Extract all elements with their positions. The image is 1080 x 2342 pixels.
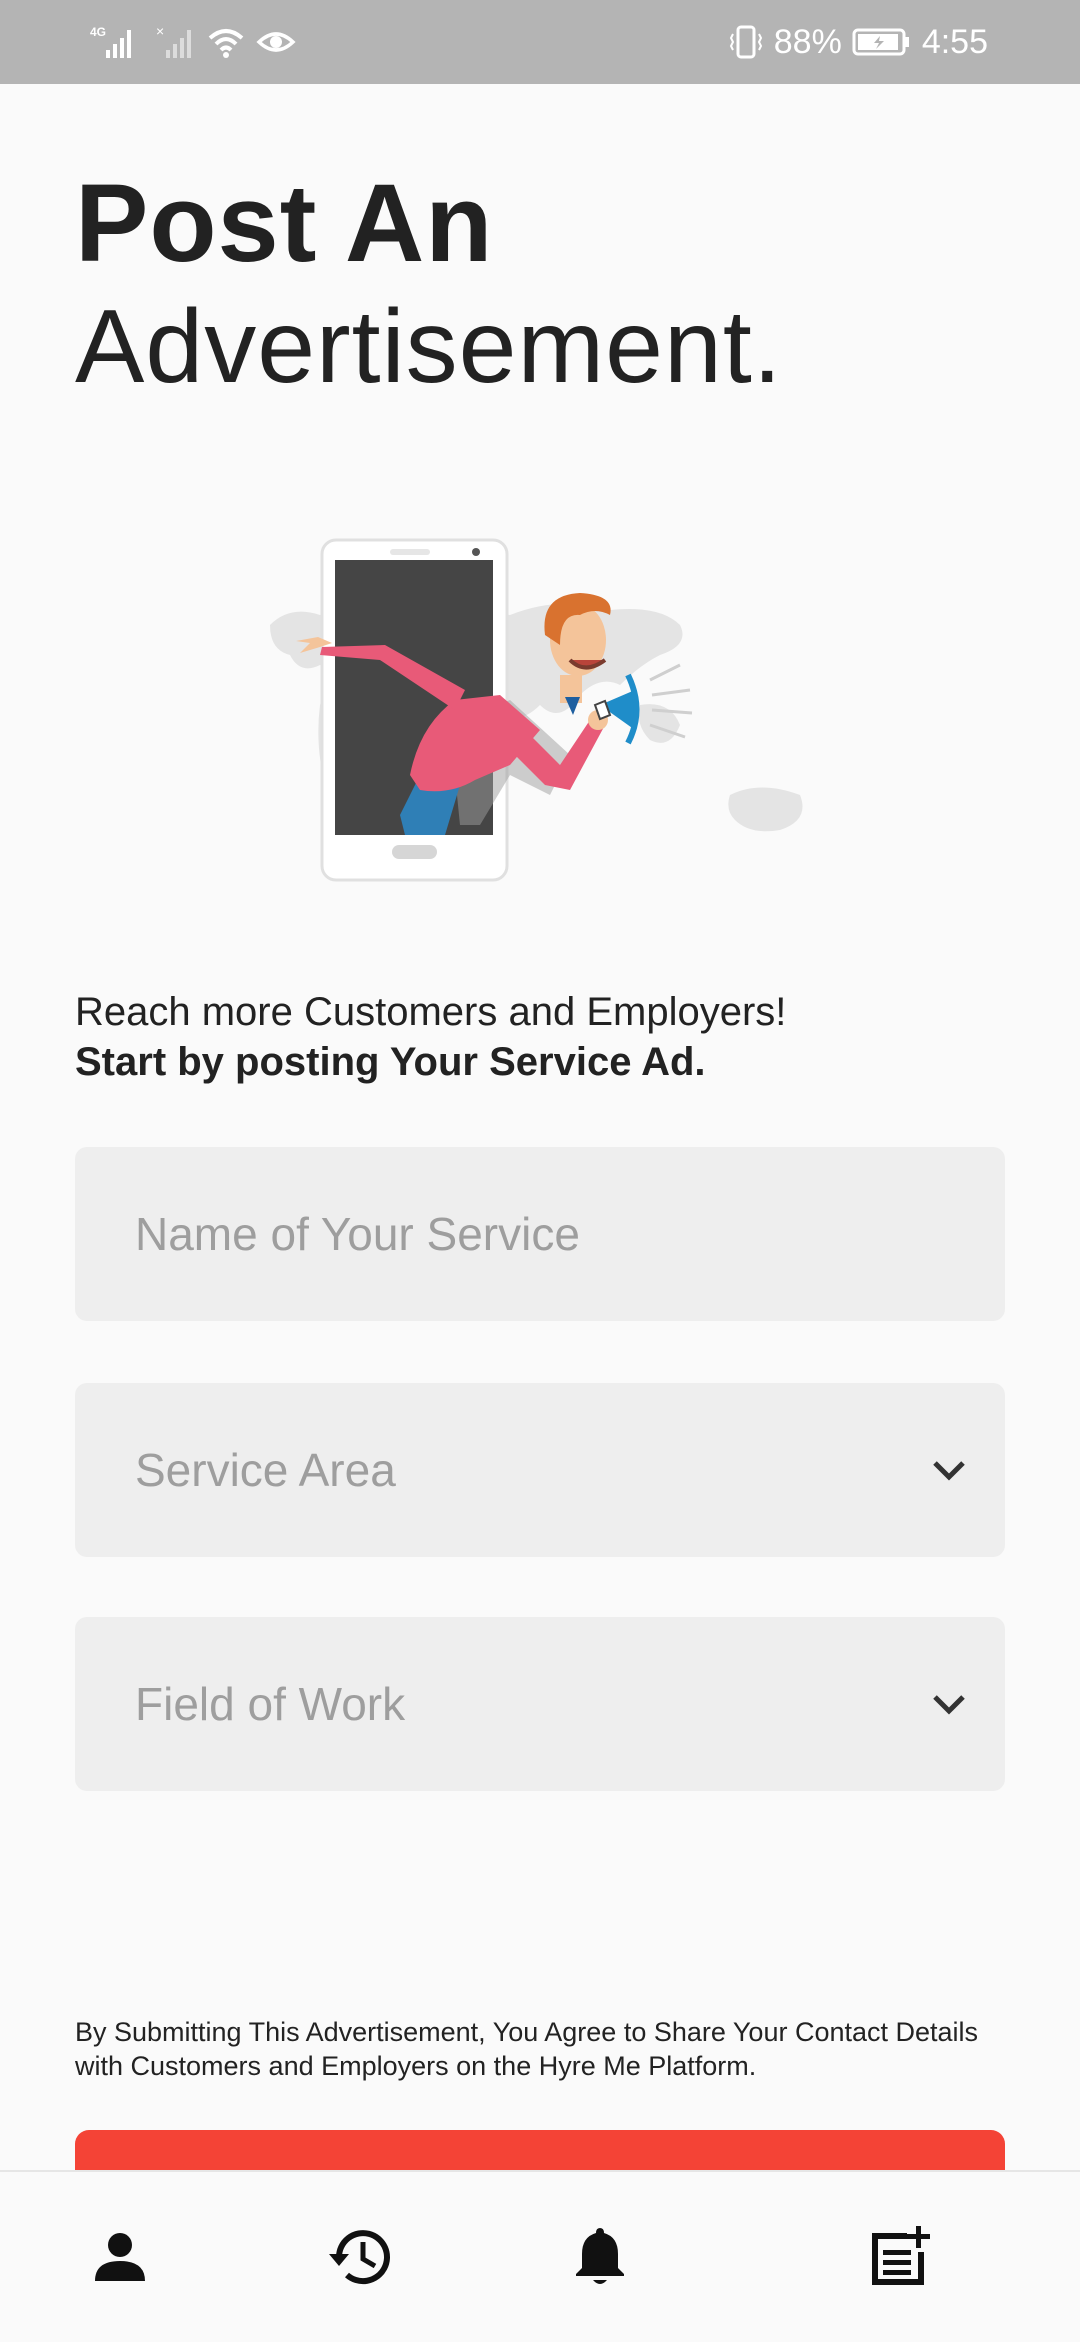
- service-area-placeholder: Service Area: [135, 1444, 396, 1496]
- status-bar: 4G × 88% 4:55: [0, 0, 1080, 84]
- post-add-icon: [872, 2226, 930, 2285]
- battery-percent: 88%: [773, 23, 842, 61]
- battery-charging-icon: [852, 28, 909, 56]
- field-of-work-select[interactable]: Field of Work: [75, 1617, 1005, 1791]
- chevron-down-icon: [933, 1695, 965, 1715]
- svg-text:×: ×: [156, 24, 164, 39]
- status-icons-left: 4G ×: [90, 18, 296, 66]
- status-icons-right: 88% 4:55: [728, 18, 988, 66]
- wifi-icon: [208, 29, 244, 58]
- network-type: 4G: [90, 25, 106, 39]
- signal-no-sim-icon: ×: [156, 24, 191, 58]
- service-area-select[interactable]: Service Area: [75, 1383, 1005, 1557]
- history-icon: [329, 2230, 390, 2285]
- nav-notifications[interactable]: [560, 2217, 640, 2297]
- vibrate-icon: [729, 25, 762, 59]
- nav-post-ad[interactable]: [860, 2217, 940, 2297]
- advertise-illustration: [270, 538, 803, 882]
- chevron-down-icon: [933, 1461, 965, 1481]
- eye-icon: [256, 32, 296, 52]
- bell-icon: [576, 2228, 624, 2284]
- bottom-navigation: [0, 2170, 1080, 2342]
- tagline-bold: Start by posting Your Service Ad.: [75, 1040, 706, 1084]
- disclaimer-text: By Submitting This Advertisement, You Ag…: [75, 2017, 979, 2081]
- service-name-input[interactable]: Name of Your Service: [75, 1147, 1005, 1321]
- tagline: Reach more Customers and Employers!: [75, 990, 787, 1034]
- field-of-work-placeholder: Field of Work: [135, 1678, 406, 1730]
- nav-history[interactable]: [320, 2217, 400, 2297]
- signal-icon: 4G: [90, 25, 131, 58]
- service-name-placeholder: Name of Your Service: [135, 1208, 580, 1260]
- person-icon: [95, 2233, 145, 2281]
- page-title-bold: Post An: [75, 162, 494, 285]
- nav-profile[interactable]: [80, 2217, 160, 2297]
- clock: 4:55: [921, 23, 988, 61]
- page-title-light: Advertisement.: [75, 289, 783, 405]
